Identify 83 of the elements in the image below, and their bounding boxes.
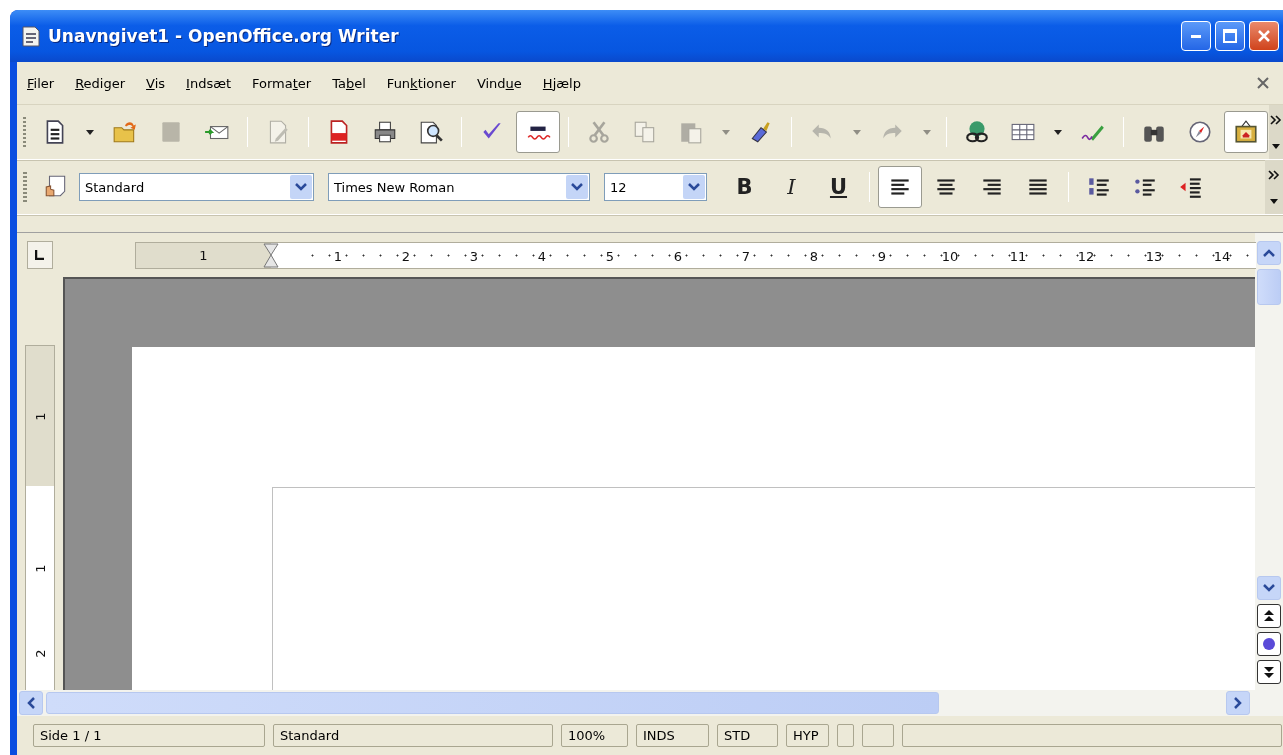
scroll-thumb[interactable] xyxy=(1257,269,1281,305)
circle-icon xyxy=(1262,637,1276,651)
menu-item[interactable]: Indsæt xyxy=(186,75,232,91)
ruler-number: 1 xyxy=(32,564,48,573)
menu-item[interactable]: Filer xyxy=(27,75,55,91)
chevron-down-icon xyxy=(295,183,307,191)
ruler-number: 10 xyxy=(941,248,959,264)
ruler-number: 11 xyxy=(1009,248,1027,264)
status-field xyxy=(837,724,854,747)
paragraph-style-field[interactable]: Standard xyxy=(79,173,314,201)
previous-page-button[interactable] xyxy=(1257,604,1281,628)
ruler-number: 2 xyxy=(32,649,48,658)
maximize-icon xyxy=(1223,29,1237,43)
ruler-number: 8 xyxy=(809,248,819,264)
navigation-button[interactable] xyxy=(1257,632,1281,656)
chevron-right-icon[interactable] xyxy=(1270,114,1283,125)
underline-button[interactable]: U xyxy=(816,166,861,208)
document-icon xyxy=(20,24,42,48)
minimize-button[interactable] xyxy=(1181,21,1211,51)
font-name-field[interactable]: Times New Roman xyxy=(328,173,590,201)
ruler-number: 6 xyxy=(673,248,683,264)
tab-stop-button[interactable] xyxy=(27,241,53,269)
ruler-number: 2 xyxy=(401,248,411,264)
auto-spellcheck-button[interactable] xyxy=(516,111,561,153)
caret-icon[interactable] xyxy=(1271,143,1282,150)
status-field: HYP xyxy=(786,724,829,747)
window-title: Unavngivet1 - OpenOffice.org Writer xyxy=(48,26,399,46)
chevron-right-icon[interactable] xyxy=(1268,169,1280,180)
globe-link-icon xyxy=(964,119,991,145)
ruler-number: 5 xyxy=(605,248,615,264)
gallery-button[interactable] xyxy=(1224,111,1269,153)
double-down-arrow-icon xyxy=(1263,665,1275,679)
status-field: Side 1 / 1 xyxy=(33,724,265,747)
ruler-number: 13 xyxy=(1145,248,1163,264)
status-field: STD xyxy=(717,724,778,747)
menu-item[interactable]: Vindue xyxy=(476,75,522,91)
scroll-down-button[interactable] xyxy=(1257,576,1281,600)
menu-item[interactable]: Formater xyxy=(252,75,312,91)
status-field: 100% xyxy=(561,724,628,747)
scroll-up-button[interactable] xyxy=(1257,241,1281,265)
scroll-left-button[interactable] xyxy=(19,691,43,715)
ruler-number: 14 xyxy=(1213,248,1231,264)
chevron-up-icon xyxy=(1263,249,1275,257)
ruler-number: 1 xyxy=(199,247,208,263)
status-field: Standard xyxy=(273,724,553,747)
bold-button[interactable]: B xyxy=(722,166,767,208)
ruler-number: 12 xyxy=(1077,248,1095,264)
close-icon[interactable] xyxy=(1257,77,1269,89)
scroll-thumb[interactable] xyxy=(46,692,939,714)
ruler-number: 1 xyxy=(32,411,48,421)
minimize-icon xyxy=(1191,34,1201,38)
menu-item[interactable]: Rediger xyxy=(75,75,126,91)
ruler-number: 4 xyxy=(537,248,547,264)
close-button[interactable] xyxy=(1249,21,1279,51)
status-field: INDS xyxy=(636,724,709,747)
indent-marker[interactable] xyxy=(263,242,279,268)
scroll-right-button[interactable] xyxy=(1226,691,1250,715)
double-up-arrow-icon xyxy=(1263,609,1275,623)
status-field xyxy=(862,724,894,747)
magnifier-page-icon xyxy=(418,119,445,145)
chevron-left-icon xyxy=(27,697,35,709)
menu-item[interactable]: Tabel xyxy=(332,75,366,91)
font-size-field[interactable]: 12 xyxy=(604,173,707,201)
maximize-button[interactable] xyxy=(1215,21,1245,51)
menu-item[interactable]: Hjælp xyxy=(542,75,581,91)
chevron-down-icon xyxy=(1263,584,1275,592)
picture-frame-icon xyxy=(1233,119,1260,145)
close-icon xyxy=(1257,29,1271,43)
folder-icon xyxy=(112,119,139,145)
italic-button[interactable]: I xyxy=(769,166,814,208)
ruler-number: 1 xyxy=(333,248,343,264)
menu-item[interactable]: Funktioner xyxy=(386,75,456,91)
align-left-button[interactable] xyxy=(878,166,922,208)
tab-stop-icon xyxy=(35,250,45,260)
chevron-down-icon xyxy=(571,183,583,191)
chevron-right-icon xyxy=(1234,697,1242,709)
menu-item[interactable]: Vis xyxy=(146,75,166,91)
chevron-down-icon xyxy=(688,183,700,191)
ruler-number: 7 xyxy=(741,248,751,264)
ruler-number: 3 xyxy=(469,248,479,264)
caret-icon[interactable] xyxy=(1269,198,1279,205)
next-page-button[interactable] xyxy=(1257,660,1281,684)
ruler-number: 9 xyxy=(877,248,887,264)
